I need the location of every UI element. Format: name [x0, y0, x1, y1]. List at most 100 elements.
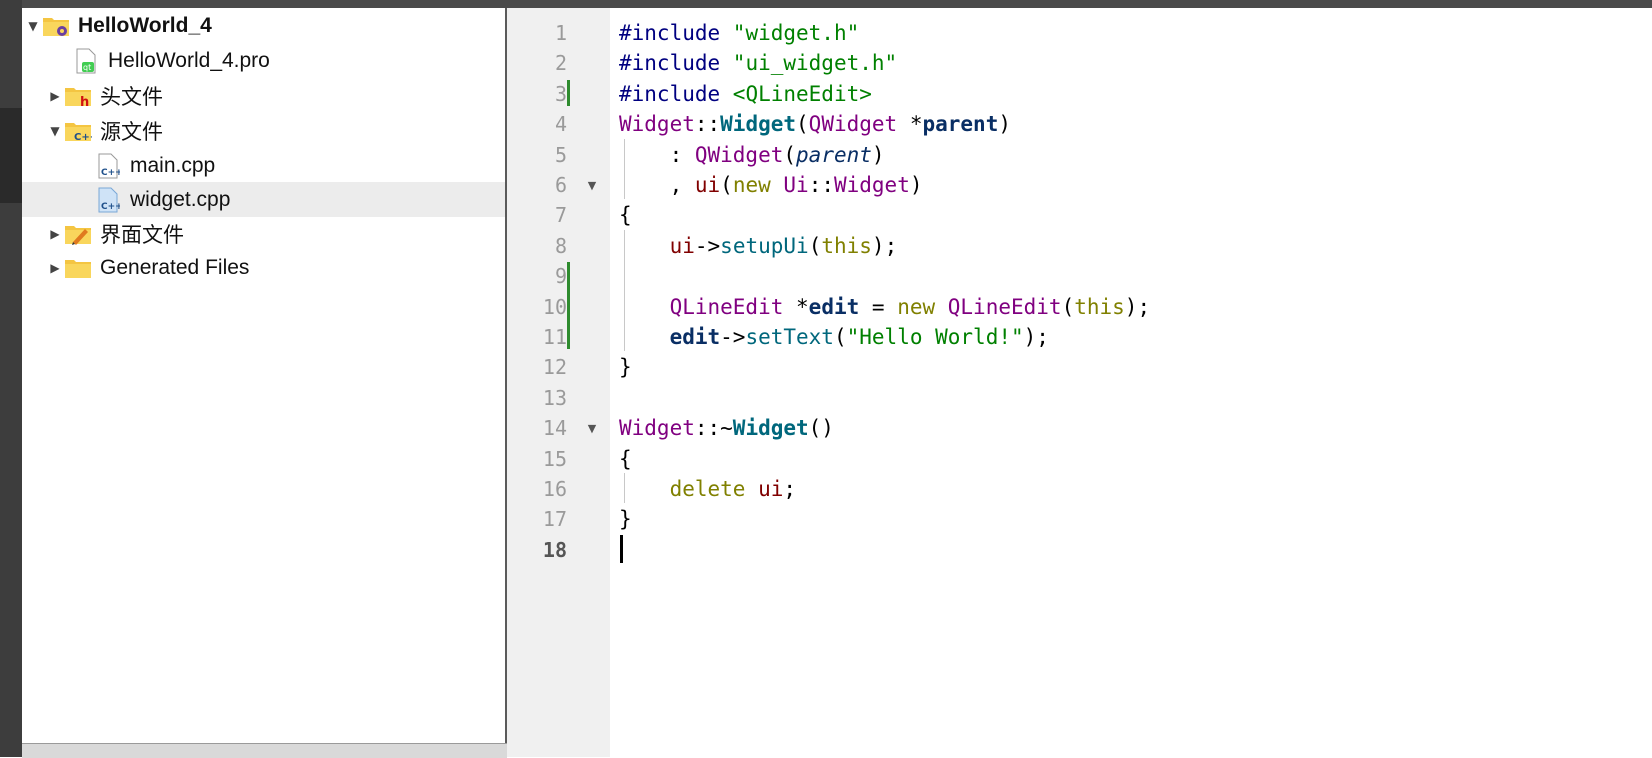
line-number: 8 — [554, 233, 567, 258]
code-line[interactable]: ui->setupUi(this); — [619, 230, 898, 262]
code-token: this — [821, 233, 872, 258]
code-token: new — [897, 294, 948, 319]
tree-item-label: Generated Files — [100, 255, 250, 279]
line-number: 6 — [554, 173, 567, 197]
code-token: -> — [720, 325, 746, 349]
change-marker — [567, 79, 570, 107]
tree-item-sources[interactable]: ▼ C++ 源文件 — [22, 113, 505, 148]
code-token: :: — [808, 173, 834, 197]
code-token: QLineEdit — [947, 294, 1062, 319]
code-token: Widget — [619, 112, 695, 137]
line-number: 17 — [542, 507, 567, 532]
code-line[interactable]: QLineEdit *edit = new QLineEdit(this); — [619, 291, 1151, 323]
code-token: ui — [669, 233, 695, 258]
line-number: 11 — [542, 325, 567, 349]
code-line[interactable]: Widget::~Widget() — [619, 412, 834, 444]
line-number: 9 — [554, 264, 567, 289]
code-token: ::~ — [694, 416, 733, 441]
fold-toggle-icon[interactable]: ▼ — [585, 412, 599, 444]
chevron-right-icon[interactable]: ▶ — [46, 87, 64, 105]
tree-item-project[interactable]: ▼ HelloWorld_4 — [22, 8, 505, 43]
line-number: 13 — [542, 385, 567, 410]
tree-item-label: 源文件 — [100, 120, 163, 144]
code-token: delete — [669, 477, 759, 501]
code-token: ui — [758, 477, 784, 501]
chevron-down-icon[interactable]: ▼ — [46, 122, 64, 140]
indent-guide — [624, 138, 625, 200]
qt-pro-file-icon: qt — [72, 48, 100, 74]
code-token: #include — [619, 81, 733, 106]
code-line[interactable]: { — [619, 443, 632, 475]
forms-folder-icon — [64, 221, 92, 247]
code-token: Widget — [833, 173, 910, 197]
code-token: setText — [745, 325, 834, 349]
indent-guide — [624, 473, 625, 504]
chevron-right-icon[interactable]: ▶ — [46, 259, 64, 277]
code-line[interactable]: Widget::Widget(QWidget *parent) — [619, 108, 1011, 140]
code-token: = — [859, 294, 898, 319]
code-line[interactable]: #include <QLineEdit> — [619, 78, 872, 110]
code-line[interactable]: { — [619, 199, 632, 231]
code-token: ) — [871, 142, 885, 167]
svg-text:qt: qt — [83, 63, 91, 72]
code-token: ( — [833, 325, 847, 349]
code-line[interactable]: , ui(new Ui::Widget) — [619, 169, 923, 201]
fold-toggle-icon[interactable]: ▼ — [585, 169, 599, 201]
tree-item-label: 界面文件 — [100, 223, 184, 247]
code-editor[interactable]: 1 #include "widget.h" 2 #include "ui_widget… — [507, 8, 1652, 757]
code-token: ( — [720, 173, 733, 197]
code-line[interactable]: : QWidget(parent) — [619, 139, 885, 171]
tree-item-generated[interactable]: ▶ Generated Files — [22, 250, 505, 285]
code-token: QWidget — [808, 112, 898, 137]
code-line[interactable]: #include "widget.h" — [619, 17, 859, 49]
svg-text:h: h — [80, 95, 89, 108]
code-line[interactable]: delete ui; — [619, 473, 796, 505]
project-folder-icon — [42, 13, 70, 39]
chevron-right-icon[interactable]: ▶ — [46, 225, 64, 243]
code-token: * — [897, 112, 923, 137]
chevron-down-icon[interactable]: ▼ — [24, 17, 42, 35]
code-line[interactable]: edit->setText("Hello World!"); — [619, 321, 1049, 353]
code-line[interactable]: } — [619, 351, 632, 383]
code-token: ( — [796, 112, 809, 137]
tree-item-forms[interactable]: ▶ 界面文件 — [22, 216, 505, 251]
code-token: () — [808, 416, 834, 441]
code-token: #include — [619, 21, 733, 45]
sources-folder-icon: C++ — [64, 118, 92, 144]
svg-text:C++: C++ — [101, 168, 120, 178]
tree-item-widget-cpp[interactable]: C++ widget.cpp — [22, 182, 505, 217]
tree-item-pro-file[interactable]: qt HelloWorld_4.pro — [22, 43, 505, 78]
folder-icon — [64, 255, 92, 281]
code-token: } — [619, 507, 632, 532]
code-token: #include — [619, 51, 733, 76]
code-line[interactable]: } — [619, 503, 632, 535]
line-number: 14 — [542, 416, 567, 441]
code-token: Widget — [619, 416, 695, 441]
tree-item-label: HelloWorld_4.pro — [108, 48, 270, 72]
panel-bottom-bar — [22, 743, 507, 758]
tree-item-main-cpp[interactable]: C++ main.cpp — [22, 148, 505, 183]
headers-folder-icon: h — [64, 83, 92, 109]
mode-bar-segment[interactable] — [0, 108, 22, 203]
tree-item-headers[interactable]: ▶ h 头文件 — [22, 78, 505, 113]
indent-guide — [624, 229, 625, 352]
code-token: ); — [1023, 325, 1049, 349]
code-token: , — [619, 173, 695, 197]
text-cursor — [620, 534, 623, 563]
svg-text:C++: C++ — [74, 132, 92, 143]
code-token: :: — [694, 112, 721, 137]
code-line[interactable]: #include "ui_widget.h" — [619, 47, 897, 79]
code-token: ( — [1061, 294, 1075, 319]
code-token: ( — [783, 142, 797, 167]
line-number: 4 — [554, 112, 567, 137]
code-token: ( — [808, 233, 822, 258]
code-token: { — [619, 203, 632, 228]
code-token: QLineEdit — [669, 294, 784, 319]
code-token: ) — [998, 112, 1011, 137]
code-token: : — [619, 142, 695, 167]
project-tree-panel: ▼ HelloWorld_4 qt HelloWorld_4.pro ▶ h 头… — [22, 8, 507, 743]
line-number: 18 — [542, 537, 567, 562]
